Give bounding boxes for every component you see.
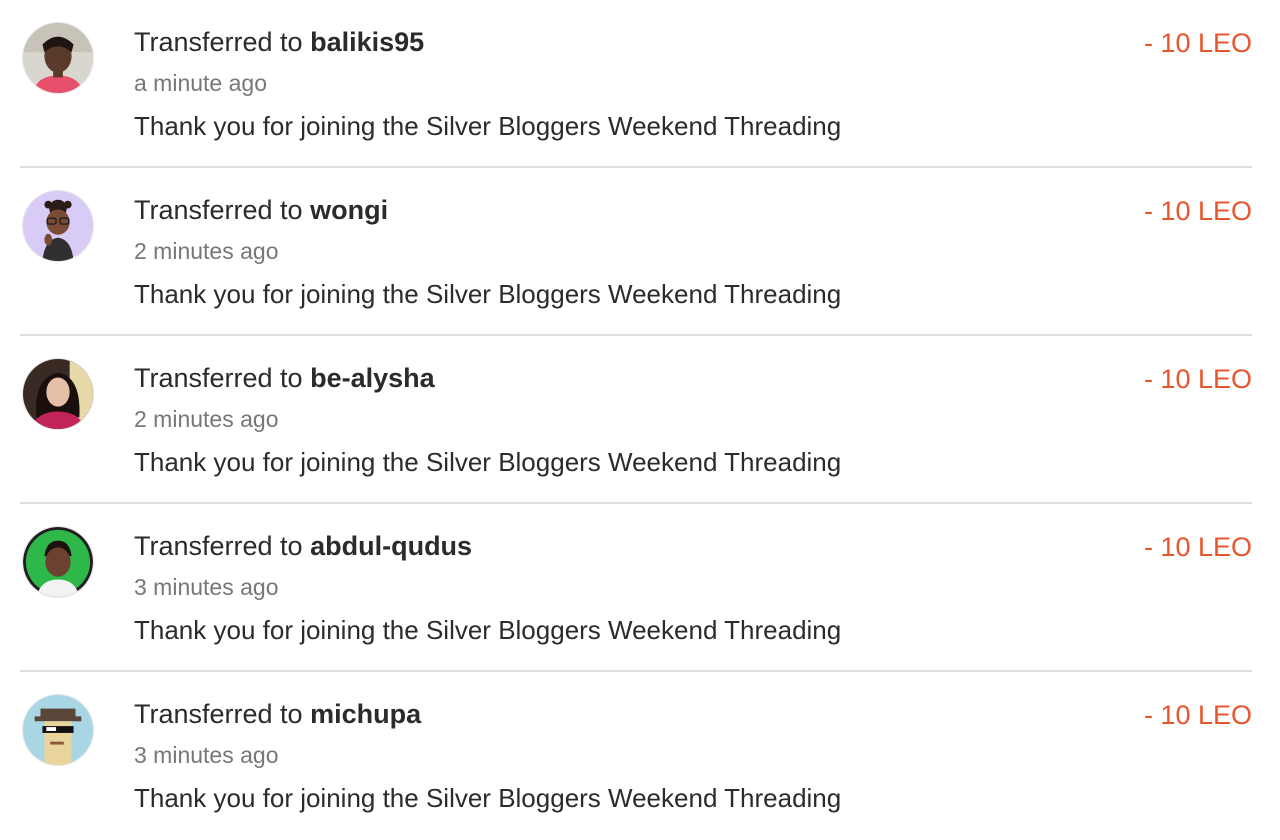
transaction-row[interactable]: Transferred to michupa 3 minutes ago Tha… — [20, 672, 1252, 840]
transaction-title: Transferred to michupa — [134, 696, 421, 732]
avatar[interactable] — [22, 358, 94, 430]
avatar-photo-icon — [23, 23, 93, 93]
transaction-time: 3 minutes ago — [134, 742, 279, 768]
transaction-memo: Thank you for joining the Silver Blogger… — [134, 279, 842, 309]
transaction-time: a minute ago — [134, 70, 267, 96]
avatar-photo-icon — [23, 527, 93, 597]
transaction-amount: - 10 LEO — [1143, 196, 1252, 226]
avatar-photo-icon — [23, 359, 93, 429]
recipient-username[interactable]: abdul-qudus — [310, 531, 472, 561]
title-prefix: Transferred to — [134, 27, 303, 57]
transaction-amount: - 10 LEO — [1143, 364, 1252, 394]
transaction-row[interactable]: Transferred to balikis95 a minute ago Th… — [20, 0, 1252, 168]
title-prefix: Transferred to — [134, 363, 303, 393]
recipient-username[interactable]: be-alysha — [310, 363, 435, 393]
transaction-memo: Thank you for joining the Silver Blogger… — [134, 111, 842, 141]
transaction-time: 3 minutes ago — [134, 574, 279, 600]
transaction-amount: - 10 LEO — [1143, 532, 1252, 562]
transaction-title: Transferred to balikis95 — [134, 24, 424, 60]
transaction-memo: Thank you for joining the Silver Blogger… — [134, 783, 842, 813]
avatar-photo-icon — [23, 191, 93, 261]
transaction-row[interactable]: Transferred to be-alysha 2 minutes ago T… — [20, 336, 1252, 504]
transaction-row[interactable]: Transferred to abdul-qudus 3 minutes ago… — [20, 504, 1252, 672]
avatar[interactable] — [22, 694, 94, 766]
transaction-list: Transferred to balikis95 a minute ago Th… — [0, 0, 1280, 840]
avatar[interactable] — [22, 22, 94, 94]
avatar[interactable] — [22, 526, 94, 598]
avatar-photo-icon — [23, 695, 93, 765]
transaction-time: 2 minutes ago — [134, 406, 279, 432]
avatar[interactable] — [22, 190, 94, 262]
transaction-title: Transferred to wongi — [134, 192, 388, 228]
recipient-username[interactable]: balikis95 — [310, 27, 424, 57]
transaction-memo: Thank you for joining the Silver Blogger… — [134, 447, 842, 477]
transaction-row[interactable]: Transferred to wongi 2 minutes ago Thank… — [20, 168, 1252, 336]
transaction-amount: - 10 LEO — [1143, 700, 1252, 730]
transaction-memo: Thank you for joining the Silver Blogger… — [134, 615, 842, 645]
transaction-title: Transferred to abdul-qudus — [134, 528, 472, 564]
recipient-username[interactable]: michupa — [310, 699, 421, 729]
transaction-amount: - 10 LEO — [1143, 28, 1252, 58]
title-prefix: Transferred to — [134, 531, 303, 561]
transaction-time: 2 minutes ago — [134, 238, 279, 264]
title-prefix: Transferred to — [134, 195, 303, 225]
title-prefix: Transferred to — [134, 699, 303, 729]
recipient-username[interactable]: wongi — [310, 195, 388, 225]
transaction-title: Transferred to be-alysha — [134, 360, 435, 396]
